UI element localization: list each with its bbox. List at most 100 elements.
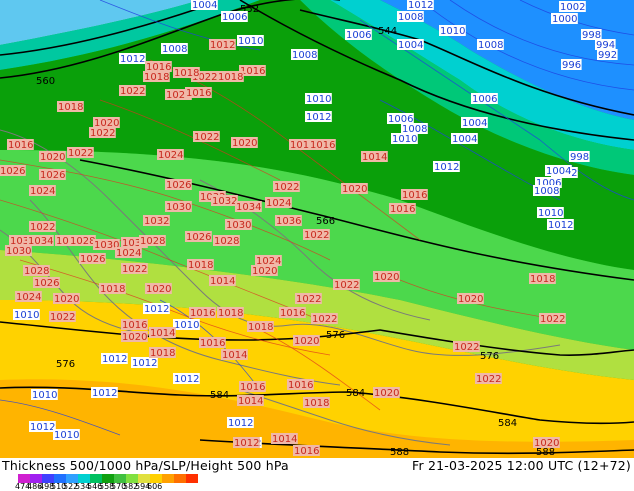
svg-text:1024: 1024	[16, 292, 41, 303]
height-label: 1030	[165, 201, 192, 213]
height-label: 1032	[143, 215, 170, 227]
svg-text:1020: 1020	[252, 266, 277, 277]
svg-text:1004: 1004	[452, 134, 477, 145]
svg-text:1018: 1018	[304, 398, 329, 409]
svg-text:1024: 1024	[266, 198, 291, 209]
slp-label: 1012	[433, 161, 460, 173]
slp-label: 998	[569, 151, 590, 163]
thickness-label: 544	[378, 26, 397, 37]
slp-label: 1012	[305, 111, 332, 123]
svg-text:1022: 1022	[120, 86, 145, 97]
slp-label: 992	[597, 49, 618, 61]
height-label: 1022	[29, 221, 56, 233]
svg-text:1012: 1012	[92, 388, 117, 399]
svg-text:1022: 1022	[194, 132, 219, 143]
svg-text:1022: 1022	[476, 374, 501, 385]
weather-map: 560544552566576576576584 584584588 5881004…	[0, 0, 634, 458]
height-label: 1020	[341, 183, 368, 195]
svg-text:1010: 1010	[54, 430, 79, 441]
svg-text:1006: 1006	[472, 94, 497, 105]
height-label: 1020	[373, 387, 400, 399]
height-label: 1016	[293, 445, 320, 457]
height-label: 1026	[165, 179, 192, 191]
svg-text:1028: 1028	[24, 266, 49, 277]
svg-text:1014: 1014	[222, 350, 247, 361]
svg-text:566: 566	[316, 216, 335, 227]
height-label: 1020	[53, 293, 80, 305]
height-label: 1026	[33, 277, 60, 289]
height-label: 1018	[57, 101, 84, 113]
svg-text:1012: 1012	[228, 418, 253, 429]
svg-text:1030: 1030	[226, 220, 251, 231]
height-label: 1018	[247, 321, 274, 333]
svg-text:584: 584	[346, 388, 365, 399]
height-label: 1020	[373, 271, 400, 283]
slp-label: 1012	[547, 219, 574, 231]
svg-text:1012: 1012	[120, 54, 145, 65]
svg-text:1018: 1018	[218, 72, 243, 83]
svg-text:1016: 1016	[390, 204, 415, 215]
svg-text:1022: 1022	[454, 342, 479, 353]
height-label: 1018	[529, 273, 556, 285]
height-label: 1016	[279, 307, 306, 319]
slp-label: 1002	[559, 1, 586, 13]
slp-label: 1010	[391, 133, 418, 145]
svg-text:1018: 1018	[248, 322, 273, 333]
height-label: 1022	[333, 279, 360, 291]
svg-text:1022: 1022	[90, 128, 115, 139]
slp-label: 1012	[407, 0, 434, 11]
svg-text:1010: 1010	[538, 208, 563, 219]
svg-text:1018: 1018	[174, 68, 199, 79]
svg-text:1012: 1012	[434, 162, 459, 173]
svg-text:1022: 1022	[68, 148, 93, 159]
slp-label: 1010	[173, 319, 200, 331]
height-label: 1022	[453, 341, 480, 353]
map-title: Thickness 500/1000 hPa/SLP/Height 500 hP…	[2, 458, 289, 473]
height-label: 1018	[217, 71, 244, 83]
svg-text:1026: 1026	[166, 180, 191, 191]
scale-swatch	[186, 474, 198, 483]
svg-text:1008: 1008	[398, 12, 423, 23]
svg-text:1008: 1008	[478, 40, 503, 51]
height-label: 1020	[533, 437, 560, 449]
slp-label: 1012	[143, 303, 170, 315]
svg-text:1034: 1034	[28, 236, 53, 247]
svg-text:1008: 1008	[534, 186, 559, 197]
height-label: 1020	[293, 335, 320, 347]
slp-label: 1006	[345, 29, 372, 41]
height-label: 1020	[457, 293, 484, 305]
valid-time: Fr 21-03-2025 12:00 UTC (12+72)	[412, 458, 631, 473]
svg-text:1026: 1026	[34, 278, 59, 289]
svg-text:576: 576	[326, 330, 345, 341]
slp-label: 1010	[237, 35, 264, 47]
svg-text:1024: 1024	[30, 186, 55, 197]
height-label: 1016	[309, 139, 336, 151]
slp-label: 1008	[533, 185, 560, 197]
thickness-label: 584	[346, 388, 365, 399]
height-label: 1016	[121, 319, 148, 331]
svg-text:1006: 1006	[222, 12, 247, 23]
height-label: 1018	[173, 67, 200, 79]
height-label: 1020	[251, 265, 278, 277]
thickness-label: 576	[480, 351, 499, 362]
height-label: 1026	[185, 231, 212, 243]
svg-text:1026: 1026	[186, 232, 211, 243]
height-label: 1012	[233, 437, 260, 449]
svg-text:1008: 1008	[162, 44, 187, 55]
slp-label: 1008	[397, 11, 424, 23]
height-label: 1016	[401, 189, 428, 201]
slp-label: 1004	[545, 165, 572, 177]
svg-text:1016: 1016	[402, 190, 427, 201]
height-label: 1016	[239, 381, 266, 393]
svg-text:1022: 1022	[122, 264, 147, 275]
height-label: 1024	[265, 197, 292, 209]
svg-text:1014: 1014	[150, 328, 175, 339]
slp-label: 1010	[439, 25, 466, 37]
svg-text:1020: 1020	[232, 138, 257, 149]
svg-text:998: 998	[570, 152, 589, 163]
svg-text:1004: 1004	[398, 40, 423, 51]
svg-text:1004: 1004	[546, 166, 571, 177]
svg-text:1026: 1026	[0, 166, 25, 177]
svg-text:1016: 1016	[310, 140, 335, 151]
svg-text:1016: 1016	[190, 308, 215, 319]
